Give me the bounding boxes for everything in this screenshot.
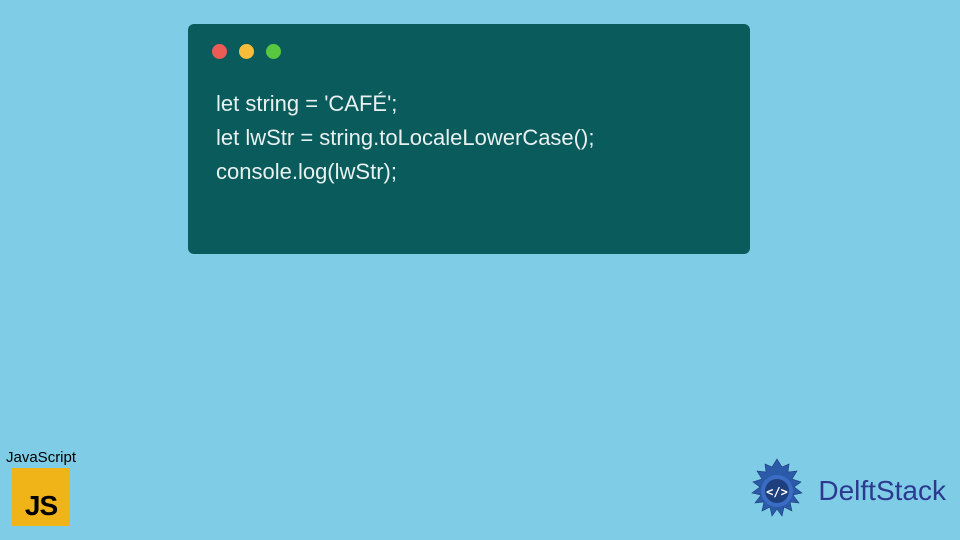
minimize-icon [239, 44, 254, 59]
code-line-1: let string = 'CAFÉ'; [216, 87, 722, 121]
javascript-badge: JavaScript [6, 449, 76, 526]
close-icon [212, 44, 227, 59]
code-window: let string = 'CAFÉ'; let lwStr = string.… [188, 24, 750, 254]
javascript-label: JavaScript [6, 449, 76, 466]
code-line-2: let lwStr = string.toLocaleLowerCase(); [216, 121, 722, 155]
javascript-logo-icon [12, 468, 70, 526]
delftstack-label: DelftStack [818, 475, 946, 507]
window-controls [212, 44, 722, 59]
delftstack-badge: </> DelftStack [742, 456, 946, 526]
maximize-icon [266, 44, 281, 59]
svg-text:</>: </> [767, 485, 789, 499]
delftstack-logo-icon: </> [742, 456, 812, 526]
code-line-3: console.log(lwStr); [216, 155, 722, 189]
